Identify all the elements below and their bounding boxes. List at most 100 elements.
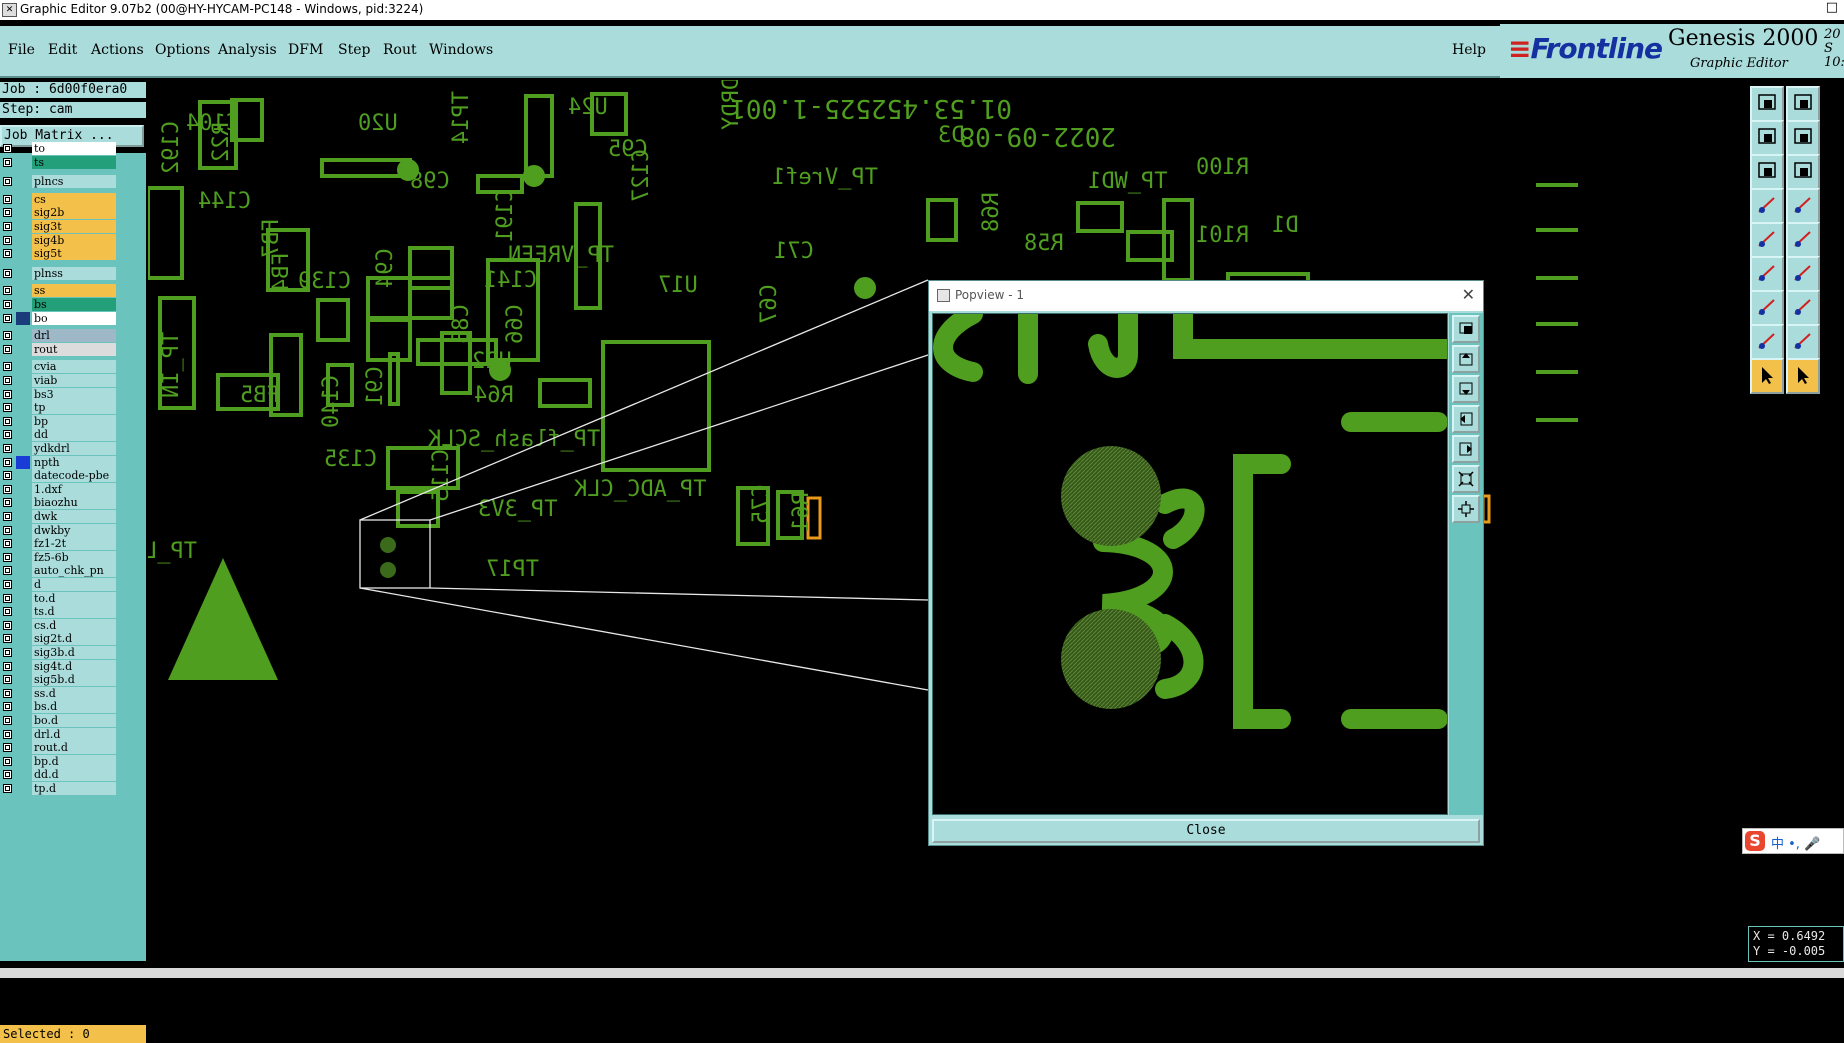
layer-checkbox[interactable] — [3, 444, 12, 453]
layer-row[interactable]: npth — [0, 455, 120, 470]
layer-row[interactable]: ss — [0, 284, 120, 298]
layer-checkbox[interactable] — [3, 194, 12, 204]
layer-row[interactable]: dwkby — [0, 523, 120, 538]
angle-tool-button[interactable] — [1750, 290, 1784, 326]
layer-row[interactable]: sig4b — [0, 233, 120, 248]
popview-zoom-home-button[interactable] — [1452, 315, 1480, 343]
layer-checkbox[interactable] — [3, 376, 12, 385]
layer-row[interactable]: ts — [0, 155, 120, 170]
move-up-tool-button[interactable] — [1750, 86, 1784, 122]
layer-checkbox[interactable] — [3, 484, 12, 494]
popview-pan-left-button[interactable] — [1452, 405, 1480, 433]
layer-checkbox[interactable] — [3, 525, 12, 535]
layer-checkbox[interactable] — [3, 552, 12, 562]
sogou-icon[interactable]: S — [1745, 831, 1765, 851]
node-tool-button[interactable] — [1750, 256, 1784, 292]
layer-checkbox[interactable] — [3, 593, 12, 603]
layer-checkbox[interactable] — [3, 208, 12, 218]
layer-checkbox[interactable] — [3, 512, 12, 521]
layer-row[interactable]: sig5t — [0, 247, 120, 261]
layer-checkbox[interactable] — [3, 313, 12, 323]
wrench-tool-button[interactable] — [1750, 188, 1784, 224]
layer-checkbox[interactable] — [3, 688, 12, 698]
menu-options[interactable]: Options — [155, 42, 210, 58]
layer-row[interactable]: biaozhu — [0, 496, 120, 510]
layer-checkbox[interactable] — [3, 539, 12, 549]
layer-checkbox[interactable] — [3, 784, 12, 793]
menu-windows[interactable]: Windows — [429, 42, 493, 58]
layer-checkbox[interactable] — [3, 716, 12, 725]
layer-checkbox[interactable] — [3, 389, 12, 399]
layer-checkbox[interactable] — [3, 648, 12, 657]
popview-close-button[interactable]: Close — [932, 819, 1480, 843]
pointer-tool-button[interactable] — [1750, 358, 1784, 394]
menu-dfm[interactable]: DFM — [288, 42, 323, 58]
popview-window[interactable]: Popview - 1 ✕ Close — [928, 280, 1484, 846]
layer-checkbox[interactable] — [3, 702, 12, 712]
layer-row[interactable]: bp.d — [0, 754, 120, 769]
layer-row[interactable]: d — [0, 578, 120, 592]
layer-checkbox[interactable] — [3, 580, 12, 589]
layer-checkbox[interactable] — [3, 743, 12, 753]
layer-checkbox[interactable] — [3, 566, 12, 576]
layer-row[interactable]: cs.d — [0, 618, 120, 633]
popview-pan-up-button[interactable] — [1452, 345, 1480, 373]
layer-row[interactable]: cs — [0, 192, 120, 207]
layer-checkbox[interactable] — [3, 756, 12, 766]
layer-checkbox[interactable] — [3, 362, 12, 372]
line-tool-button[interactable] — [1786, 290, 1820, 326]
layer-checkbox[interactable] — [3, 457, 12, 467]
layer-checkbox[interactable] — [3, 344, 12, 354]
layer-checkbox[interactable] — [3, 157, 12, 167]
menu-actions[interactable]: Actions — [91, 42, 144, 58]
menu-analysis[interactable]: Analysis — [218, 42, 277, 58]
layer-checkbox[interactable] — [3, 661, 12, 671]
layer-row[interactable]: sig3t — [0, 220, 120, 234]
layer-checkbox[interactable] — [3, 498, 12, 508]
layer-row[interactable]: dwk — [0, 510, 120, 524]
layer-row[interactable]: sig4t.d — [0, 659, 120, 674]
layer-checkbox[interactable] — [3, 249, 12, 259]
layer-row[interactable]: fz1-2t — [0, 537, 120, 551]
pan-left-tool-button[interactable] — [1750, 120, 1784, 156]
layer-checkbox[interactable] — [3, 770, 12, 780]
layer-checkbox[interactable] — [3, 471, 12, 481]
popview-viewport[interactable] — [932, 304, 1457, 815]
menu-rout[interactable]: Rout — [383, 42, 417, 58]
layer-row[interactable]: bs — [0, 298, 120, 312]
popview-pan-down-button[interactable] — [1452, 375, 1480, 403]
popview-titlebar[interactable]: Popview - 1 ✕ — [929, 281, 1483, 311]
layer-row[interactable]: dd.d — [0, 768, 120, 782]
zoom-center-tool-button[interactable] — [1786, 154, 1820, 190]
layer-row[interactable]: fz5-6b — [0, 550, 120, 565]
move-down-tool-button[interactable] — [1786, 86, 1820, 122]
layer-checkbox[interactable] — [3, 222, 12, 231]
layer-row[interactable]: plncs — [0, 175, 120, 189]
layer-row[interactable]: cvia — [0, 360, 120, 374]
layer-row[interactable]: drl — [0, 329, 120, 343]
layer-row[interactable]: tp.d — [0, 782, 120, 796]
layer-checkbox[interactable] — [3, 416, 12, 426]
menu-help[interactable]: Help — [1452, 42, 1486, 58]
layer-checkbox[interactable] — [3, 235, 12, 245]
layer-row[interactable]: sig3b.d — [0, 646, 120, 660]
layer-row[interactable]: bo.d — [0, 714, 120, 728]
menu-edit[interactable]: Edit — [48, 42, 77, 58]
layer-checkbox[interactable] — [3, 286, 12, 296]
clip-tool-button[interactable] — [1750, 324, 1784, 360]
layer-checkbox[interactable] — [3, 403, 12, 413]
maximize-icon[interactable]: □ — [1826, 0, 1838, 16]
ime-toolbar[interactable]: S 中 •, 🎤 — [1742, 828, 1844, 854]
layer-checkbox[interactable] — [3, 144, 12, 153]
layer-row[interactable]: bs3 — [0, 387, 120, 402]
layer-row[interactable]: bo — [0, 311, 120, 326]
layer-row[interactable]: bs.d — [0, 700, 120, 714]
pen-tool-button[interactable] — [1786, 222, 1820, 258]
layer-row[interactable]: to.d — [0, 591, 120, 606]
layer-checkbox[interactable] — [3, 300, 12, 309]
triangle-tool-button[interactable] — [1786, 324, 1820, 360]
layer-checkbox[interactable] — [3, 675, 12, 685]
layer-row[interactable]: datecode-pbe — [0, 469, 120, 483]
layer-checkbox[interactable] — [3, 729, 12, 739]
layer-row[interactable]: dd — [0, 428, 120, 442]
